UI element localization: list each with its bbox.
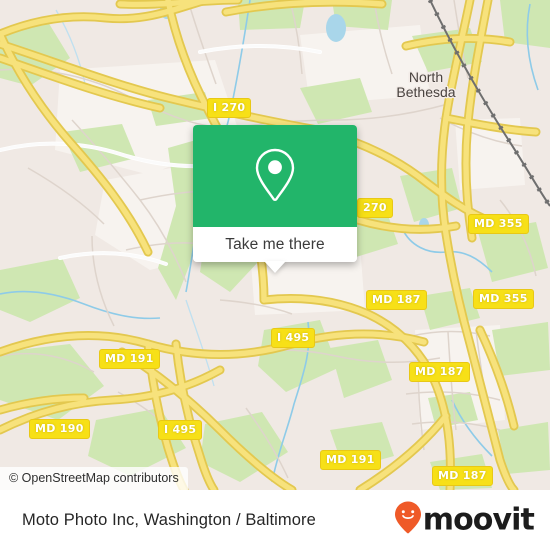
footer-bar: Moto Photo Inc, Washington / Baltimore m…	[0, 490, 550, 550]
shield-i-270-right[interactable]: 270	[357, 198, 393, 218]
moovit-wordmark: moovit	[422, 502, 535, 537]
page-title: Moto Photo Inc, Washington / Baltimore	[22, 510, 316, 529]
map-canvas[interactable]: I 270 270 MD 355 MD 355 MD 187 MD 187 MD…	[0, 0, 550, 490]
shield-md-187-bottom[interactable]: MD 187	[432, 466, 493, 486]
moovit-brand-logo[interactable]: moovit	[394, 501, 535, 540]
shield-md-191-upper[interactable]: MD 191	[99, 349, 160, 369]
shield-md-187-mid[interactable]: MD 187	[366, 290, 427, 310]
map-screenshot: I 270 270 MD 355 MD 355 MD 187 MD 187 MD…	[0, 0, 550, 550]
poi-card-header	[193, 125, 357, 227]
osm-attribution[interactable]: © OpenStreetMap contributors	[0, 467, 188, 490]
shield-md-355-upper[interactable]: MD 355	[468, 214, 529, 234]
shield-md-187-right[interactable]: MD 187	[409, 362, 470, 382]
shield-md-191-bottom[interactable]: MD 191	[320, 450, 381, 470]
shield-md-355-lower[interactable]: MD 355	[473, 289, 534, 309]
take-me-there-button[interactable]: Take me there	[193, 227, 357, 262]
place-label-north-bethesda: North Bethesda	[396, 69, 456, 101]
poi-callout-card[interactable]: Take me there	[193, 125, 357, 273]
shield-i-495-lower[interactable]: I 495	[158, 420, 203, 440]
shield-i-270-upper[interactable]: I 270	[207, 98, 252, 118]
moovit-smiley-pin-icon	[394, 501, 422, 540]
location-pin-icon	[253, 147, 297, 205]
shield-i-495-mid[interactable]: I 495	[271, 328, 316, 348]
shield-md-190[interactable]: MD 190	[29, 419, 90, 439]
poi-card-pointer	[264, 261, 286, 273]
